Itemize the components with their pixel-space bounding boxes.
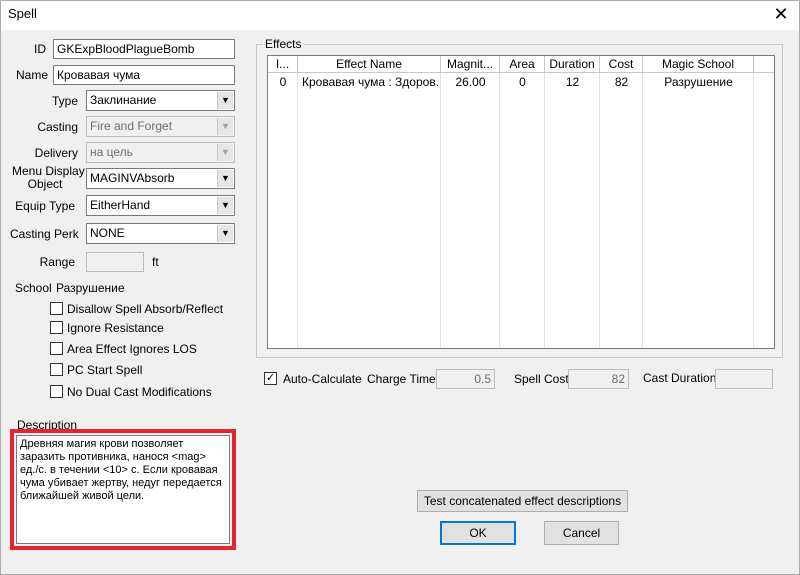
column-header-magic-school[interactable]: Magic School — [643, 56, 754, 73]
effect-cell-index[interactable]: 0 — [268, 75, 298, 91]
delivery-select: на цель ▼ — [86, 142, 235, 163]
col-divider — [753, 56, 754, 348]
id-label: ID — [34, 42, 46, 56]
area-effect-los-checkbox[interactable] — [50, 342, 63, 355]
casting-perk-select[interactable]: NONE ▼ — [86, 223, 235, 244]
effect-cell-cost[interactable]: 82 — [600, 75, 643, 91]
chevron-down-icon: ▼ — [217, 170, 233, 187]
spell-cost-label: Spell Cost — [514, 372, 569, 386]
ignore-resistance-checkbox[interactable] — [50, 321, 63, 334]
cancel-button[interactable]: Cancel — [544, 521, 619, 545]
name-label: Name — [15, 68, 48, 82]
no-dual-cast-checkbox[interactable] — [50, 385, 63, 398]
col-divider — [499, 56, 500, 348]
auto-calculate-label: Auto-Calculate — [283, 372, 362, 386]
effect-cell-duration[interactable]: 12 — [545, 75, 600, 91]
pc-start-spell-checkbox[interactable] — [50, 363, 63, 376]
test-descriptions-button[interactable]: Test concatenated effect descriptions — [417, 490, 628, 512]
chevron-down-icon: ▼ — [217, 225, 233, 242]
title-bar — [0, 0, 800, 30]
column-header-cost[interactable]: Cost — [600, 56, 643, 73]
school-value: Разрушение — [56, 281, 125, 295]
effect-cell-magic-school[interactable]: Разрушение — [643, 75, 754, 91]
charge-time-field: 0.5 — [436, 369, 495, 389]
disallow-absorb-label: Disallow Spell Absorb/Reflect — [67, 302, 224, 316]
charge-time-label: Charge Time — [367, 372, 436, 386]
col-divider — [642, 56, 643, 348]
area-effect-los-label: Area Effect Ignores LOS — [67, 342, 197, 356]
effect-cell-area[interactable]: 0 — [500, 75, 545, 91]
range-unit: ft — [152, 255, 159, 269]
col-divider — [599, 56, 600, 348]
menu-display-label: Menu Display Object — [12, 165, 85, 191]
col-divider — [440, 56, 441, 348]
equip-type-value: EitherHand — [90, 198, 151, 212]
casting-perk-label: Casting Perk — [10, 227, 79, 241]
col-divider — [297, 56, 298, 348]
column-header-magnitude[interactable]: Magnit... — [441, 56, 500, 73]
casting-perk-value: NONE — [90, 226, 125, 240]
pc-start-spell-label: PC Start Spell — [67, 363, 143, 377]
menu-display-select[interactable]: MAGINVAbsorb ▼ — [86, 168, 235, 189]
chevron-down-icon: ▼ — [217, 92, 233, 109]
range-field — [86, 252, 144, 272]
equip-type-label: Equip Type — [15, 199, 75, 213]
column-header-effect-name[interactable]: Effect Name — [298, 56, 441, 73]
highlight-box — [10, 429, 236, 550]
column-header-index[interactable]: I... — [268, 56, 298, 73]
chevron-down-icon: ▼ — [217, 197, 233, 214]
column-header-area[interactable]: Area — [500, 56, 545, 73]
id-field[interactable]: GKExpBloodPlagueBomb — [53, 39, 235, 59]
name-field[interactable]: Кровавая чума — [53, 65, 235, 85]
window-title: Spell — [8, 6, 37, 21]
effects-list[interactable]: I... Effect Name Magnit... Area Duration… — [267, 55, 775, 349]
cast-duration-field — [715, 369, 773, 389]
no-dual-cast-label: No Dual Cast Modifications — [67, 385, 212, 399]
casting-label: Casting — [37, 120, 78, 134]
casting-select: Fire and Forget ▼ — [86, 116, 235, 137]
column-header-filler — [754, 56, 774, 73]
effect-cell-magnitude[interactable]: 26.00 — [441, 75, 500, 91]
equip-type-select[interactable]: EitherHand ▼ — [86, 195, 235, 216]
delivery-value: на цель — [90, 145, 133, 159]
type-label: Type — [51, 94, 78, 108]
auto-calculate-checkbox[interactable]: ✓ — [264, 372, 277, 385]
cast-duration-label: Cast Duration — [643, 371, 717, 385]
school-label: School — [15, 281, 52, 295]
menu-display-label-line2: Object — [27, 177, 63, 191]
disallow-absorb-checkbox[interactable] — [50, 302, 63, 315]
effect-cell-name[interactable]: Кровавая чума : Здоров... — [302, 75, 440, 91]
ok-button[interactable]: OK — [440, 521, 516, 545]
type-select[interactable]: Заклинание ▼ — [86, 90, 235, 111]
effects-group-title: Effects — [263, 37, 304, 51]
delivery-label: Delivery — [34, 146, 78, 160]
chevron-down-icon: ▼ — [217, 144, 233, 161]
col-divider — [544, 56, 545, 348]
chevron-down-icon: ▼ — [217, 118, 233, 135]
column-header-duration[interactable]: Duration — [545, 56, 600, 73]
casting-value: Fire and Forget — [90, 119, 173, 133]
close-icon[interactable]: ✕ — [770, 3, 792, 25]
menu-display-value: MAGINVAbsorb — [90, 171, 175, 185]
range-label: Range — [39, 255, 75, 269]
ignore-resistance-label: Ignore Resistance — [67, 321, 164, 335]
spell-cost-field: 82 — [568, 369, 629, 389]
type-value: Заклинание — [90, 93, 157, 107]
